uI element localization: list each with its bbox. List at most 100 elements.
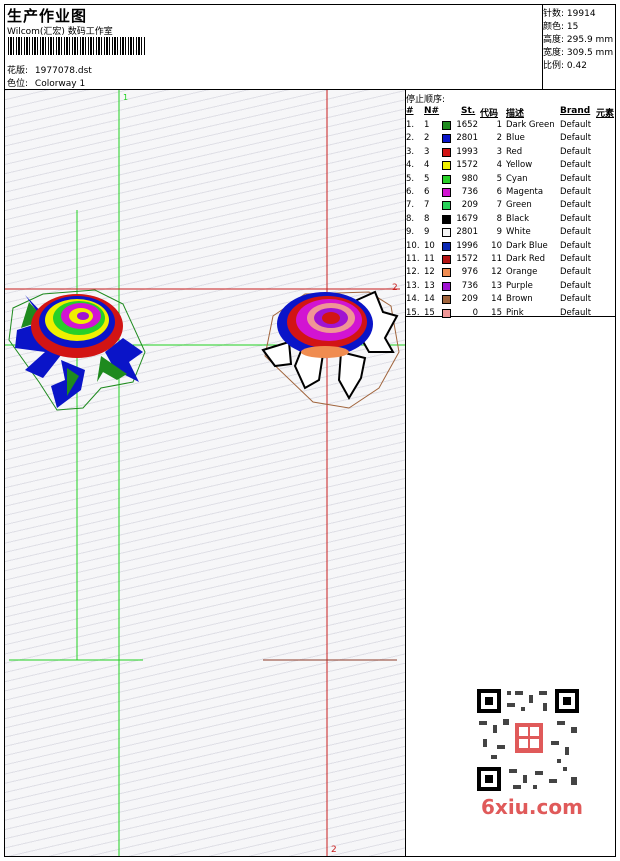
color-description: Dark Green — [506, 120, 555, 130]
color-code: 8 — [496, 213, 502, 224]
color-description: White — [506, 227, 531, 238]
stat-label: 颜色: — [543, 22, 565, 32]
stitch-count: 736 — [461, 280, 478, 291]
stitch-count: 1993 — [456, 146, 478, 157]
color-stop-table: 停止顺序: # N# St. 代码 描述 Brand 元素 1. 1 1652 1 Da… — [406, 90, 616, 318]
column-header: 描述 — [506, 109, 525, 119]
column-header: # — [406, 106, 414, 116]
thread-brand: Default — [560, 160, 592, 171]
color-swatch — [442, 295, 451, 305]
row-index: 13. — [406, 280, 420, 291]
thread-brand: Default — [560, 213, 592, 224]
stitch-count: 2801 — [456, 133, 478, 144]
table-caption: 停止顺序: — [406, 95, 446, 105]
table-row: 4. 4 1572 4 Yellow Default — [406, 160, 616, 173]
color-code: 13 — [491, 280, 502, 291]
stat-row: 比例: 0.42 — [543, 58, 587, 71]
color-swatch — [442, 228, 451, 238]
table-row: 8. 8 1679 8 Black Default — [406, 214, 616, 227]
row-index: 8. — [406, 213, 415, 224]
row-index: 14. — [406, 294, 420, 305]
row-index: 3. — [406, 146, 415, 157]
color-swatch — [442, 161, 451, 171]
table-row: 12. 12 976 12 Orange Default — [406, 267, 616, 280]
color-swatch — [442, 188, 451, 197]
needle-number: 10 — [424, 240, 435, 251]
color-description: Dark Red — [506, 254, 546, 264]
color-code: 5 — [496, 173, 502, 184]
color-description: Brown — [506, 294, 533, 305]
design-preview-svg: 1 2 2 — [5, 90, 405, 856]
color-description: Purple — [506, 280, 533, 291]
color-description: Yellow — [506, 160, 533, 171]
row-index: 9. — [406, 227, 415, 238]
color-swatch — [442, 308, 451, 318]
table-row: 14. 14 209 14 Brown Default — [406, 294, 616, 307]
color-description: Black — [506, 213, 529, 224]
thread-brand: Default — [560, 254, 592, 264]
table-row: 1. 1 1652 1 Dark Green Default — [406, 120, 616, 133]
row-index: 15. — [406, 307, 420, 318]
column-header: 元素 — [596, 109, 615, 119]
needle-number: 5 — [424, 173, 430, 184]
needle-number: 1 — [424, 120, 430, 130]
table-row: 3. 3 1993 3 Red Default — [406, 147, 616, 160]
table-row: 15. 15 0 15 Pink Default — [406, 308, 616, 321]
row-index: 5. — [406, 173, 415, 184]
column-header: 代码 — [480, 109, 499, 119]
thread-brand: Default — [560, 280, 592, 291]
needle-number: 3 — [424, 146, 430, 157]
table-row: 5. 5 980 5 Cyan Default — [406, 174, 616, 187]
stitch-count: 1679 — [456, 213, 478, 224]
stat-value: 19914 — [566, 9, 596, 19]
color-code: 9 — [496, 227, 502, 238]
needle-number: 13 — [424, 280, 435, 291]
color-swatch — [442, 214, 451, 224]
color-description: Magenta — [506, 187, 544, 197]
thread-brand: Default — [560, 120, 592, 130]
column-header: St. — [461, 106, 476, 116]
stitch-count: 1652 — [456, 120, 478, 130]
stitch-count: 1572 — [456, 254, 478, 264]
color-swatch — [442, 134, 451, 144]
design-preview-canvas: 1 2 2 — [5, 90, 405, 856]
needle-number: 7 — [424, 200, 430, 211]
column-header: Brand — [560, 106, 591, 116]
stat-value: 309.5 mm — [566, 48, 614, 58]
table-row: 7. 7 209 7 Green Default — [406, 200, 616, 213]
production-worksheet: 生产作业图 Wilcom(汇宏) 数码工作室 花版: 1977078.dst 色… — [4, 4, 616, 857]
needle-number: 15 — [424, 307, 435, 318]
page-title: 生产作业图 — [7, 7, 88, 25]
stitch-count: 1996 — [456, 240, 478, 251]
guide-marker-red-right: 2 — [392, 283, 398, 293]
header-panel: 生产作业图 Wilcom(汇宏) 数码工作室 花版: 1977078.dst 色… — [5, 5, 543, 89]
row-index: 10. — [406, 240, 420, 251]
stat-row: 针数: 19914 — [543, 6, 596, 19]
color-swatch — [442, 281, 451, 291]
petal-core-red — [322, 312, 340, 324]
color-swatch — [442, 255, 451, 264]
needle-number: 4 — [424, 160, 430, 171]
thread-brand: Default — [560, 146, 592, 157]
stitch-count: 0 — [472, 307, 478, 318]
row-index: 6. — [406, 187, 415, 197]
table-row: 9. 9 2801 9 White Default — [406, 227, 616, 240]
needle-number: 6 — [424, 187, 430, 197]
row-index: 4. — [406, 160, 415, 171]
color-description: Pink — [506, 307, 524, 318]
thread-brand: Default — [560, 294, 592, 305]
stat-label: 比例: — [543, 61, 565, 71]
stat-label: 针数: — [543, 9, 565, 19]
stat-row: 颜色: 15 — [543, 19, 578, 32]
color-swatch — [442, 241, 451, 251]
color-swatch — [442, 201, 451, 211]
color-swatch — [442, 121, 451, 130]
guide-marker-green-top: 1 — [123, 93, 128, 102]
color-code: 1 — [496, 120, 502, 130]
color-code: 3 — [496, 146, 502, 157]
petal-core-purple — [77, 312, 89, 320]
guide-marker-red-bottom: 2 — [331, 845, 337, 855]
needle-number: 14 — [424, 294, 435, 305]
needle-number: 9 — [424, 227, 430, 238]
row-index: 1. — [406, 120, 415, 130]
